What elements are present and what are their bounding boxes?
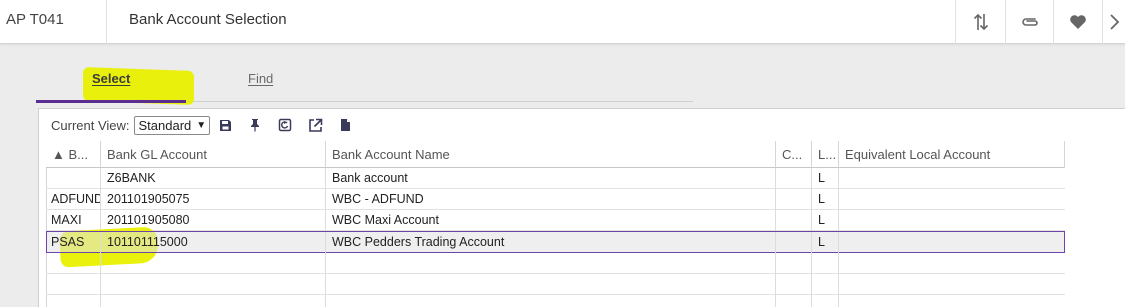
restore-icon: [278, 118, 292, 132]
cell-bank: [46, 168, 101, 189]
table-row[interactable]: ADFUND 201101905075 WBC - ADFUND L: [46, 189, 1065, 210]
cell-c: [776, 274, 812, 295]
table-row[interactable]: MAXI 201101905080 WBC Maxi Account L: [46, 210, 1065, 231]
cell-c: [776, 253, 812, 274]
active-tab-indicator: [36, 100, 186, 103]
cell-l: [812, 253, 839, 274]
cell-bank: PSAS: [47, 232, 101, 253]
page-title: Bank Account Selection: [129, 11, 287, 28]
column-header-label: Bank Account Name: [332, 147, 450, 162]
cell-equivalent-local: [839, 189, 1065, 210]
table-row[interactable]: [46, 274, 1065, 295]
cell-bank: MAXI: [46, 210, 101, 231]
cell-equivalent-local: [839, 253, 1065, 274]
cell-account-name: WBC Maxi Account: [326, 210, 776, 231]
current-view-value: Standard: [138, 117, 192, 133]
cell-account-name: WBC Pedders Trading Account: [326, 232, 776, 253]
column-header-bank-account-name[interactable]: Bank Account Name: [326, 141, 776, 168]
pin-icon: [251, 119, 260, 132]
column-header-label: Equivalent Local Account: [845, 147, 991, 162]
table-row[interactable]: [46, 295, 1065, 307]
cell-c: [776, 189, 812, 210]
tab-select[interactable]: Select: [92, 71, 130, 86]
tab-find[interactable]: Find: [248, 71, 273, 86]
current-view-select[interactable]: Standard ▼: [133, 115, 211, 135]
restore-button[interactable]: [270, 118, 300, 132]
tab-find-label: Find: [248, 71, 274, 86]
cell-l: L: [812, 210, 839, 231]
cell-bank: [46, 253, 101, 274]
cell-c: [776, 295, 812, 307]
sort-updown-icon: [973, 13, 989, 31]
table-row[interactable]: [46, 253, 1065, 274]
attachments-button[interactable]: [1005, 0, 1055, 44]
document-icon: [340, 119, 350, 131]
table-row[interactable]: Z6BANK Bank account L: [46, 168, 1065, 189]
cell-gl-account: [101, 253, 326, 274]
chevron-right-icon: [1109, 14, 1119, 30]
cell-account-name: Bank account: [326, 168, 776, 189]
cell-equivalent-local: [839, 168, 1065, 189]
cell-equivalent-local: [839, 232, 1064, 253]
header-divider: [106, 0, 107, 44]
current-view-label: Current View:: [51, 117, 130, 133]
open-external-icon: [308, 118, 322, 132]
cell-bank: [46, 295, 101, 307]
pin-button[interactable]: [240, 118, 270, 132]
heart-icon: [1070, 15, 1086, 29]
column-header-c[interactable]: C...: [776, 141, 812, 168]
cell-c: [776, 210, 812, 231]
cell-bank: ADFUND: [46, 189, 101, 210]
cell-equivalent-local: [839, 274, 1065, 295]
column-header-label: C...: [782, 147, 803, 162]
form-id: AP T041: [6, 11, 64, 28]
cell-l: [812, 274, 839, 295]
cell-gl-account: 201101905075: [101, 189, 326, 210]
cell-gl-account: 101101115000: [101, 232, 326, 253]
cell-l: L: [812, 189, 839, 210]
paperclip-icon: [1022, 18, 1038, 26]
sort-updown-button[interactable]: [956, 0, 1006, 44]
column-header-label: L...: [818, 147, 837, 162]
tab-select-label: Select: [92, 71, 131, 86]
cell-c: [776, 168, 812, 189]
column-header-bank-gl-account[interactable]: Bank GL Account: [101, 141, 326, 168]
cell-equivalent-local: [839, 210, 1065, 231]
cell-account-name: [326, 253, 776, 274]
grid-toolbar: Current View: Standard ▼: [51, 114, 360, 136]
cell-bank: [46, 274, 101, 295]
table-row-selected[interactable]: PSAS 101101115000 WBC Pedders Trading Ac…: [46, 231, 1065, 253]
next-button[interactable]: [1102, 0, 1125, 44]
cell-c: [776, 232, 812, 253]
column-header-label: Bank GL Account: [107, 147, 207, 162]
cell-l: [812, 295, 839, 307]
document-button[interactable]: [330, 118, 360, 132]
open-external-button[interactable]: [300, 118, 330, 133]
favorite-button[interactable]: [1053, 0, 1103, 44]
column-header-l[interactable]: L...: [812, 141, 839, 168]
cell-equivalent-local: [839, 295, 1065, 307]
cell-gl-account: Z6BANK: [101, 168, 326, 189]
cell-account-name: [326, 274, 776, 295]
cell-gl-account: [101, 274, 326, 295]
cell-l: L: [812, 168, 839, 189]
chevron-down-icon: ▼: [196, 119, 207, 131]
form-header: AP T041 Bank Account Selection: [0, 0, 1125, 44]
save-icon: [219, 119, 231, 131]
cell-gl-account: [101, 295, 326, 307]
column-header-label: ▲ B...: [52, 147, 88, 162]
cell-account-name: [326, 295, 776, 307]
column-header-equivalent-local-account[interactable]: Equivalent Local Account: [839, 141, 1065, 168]
column-header-bank[interactable]: ▲ B...: [46, 141, 101, 168]
save-view-button[interactable]: [210, 119, 240, 132]
cell-l: L: [812, 232, 839, 253]
cell-account-name: WBC - ADFUND: [326, 189, 776, 210]
